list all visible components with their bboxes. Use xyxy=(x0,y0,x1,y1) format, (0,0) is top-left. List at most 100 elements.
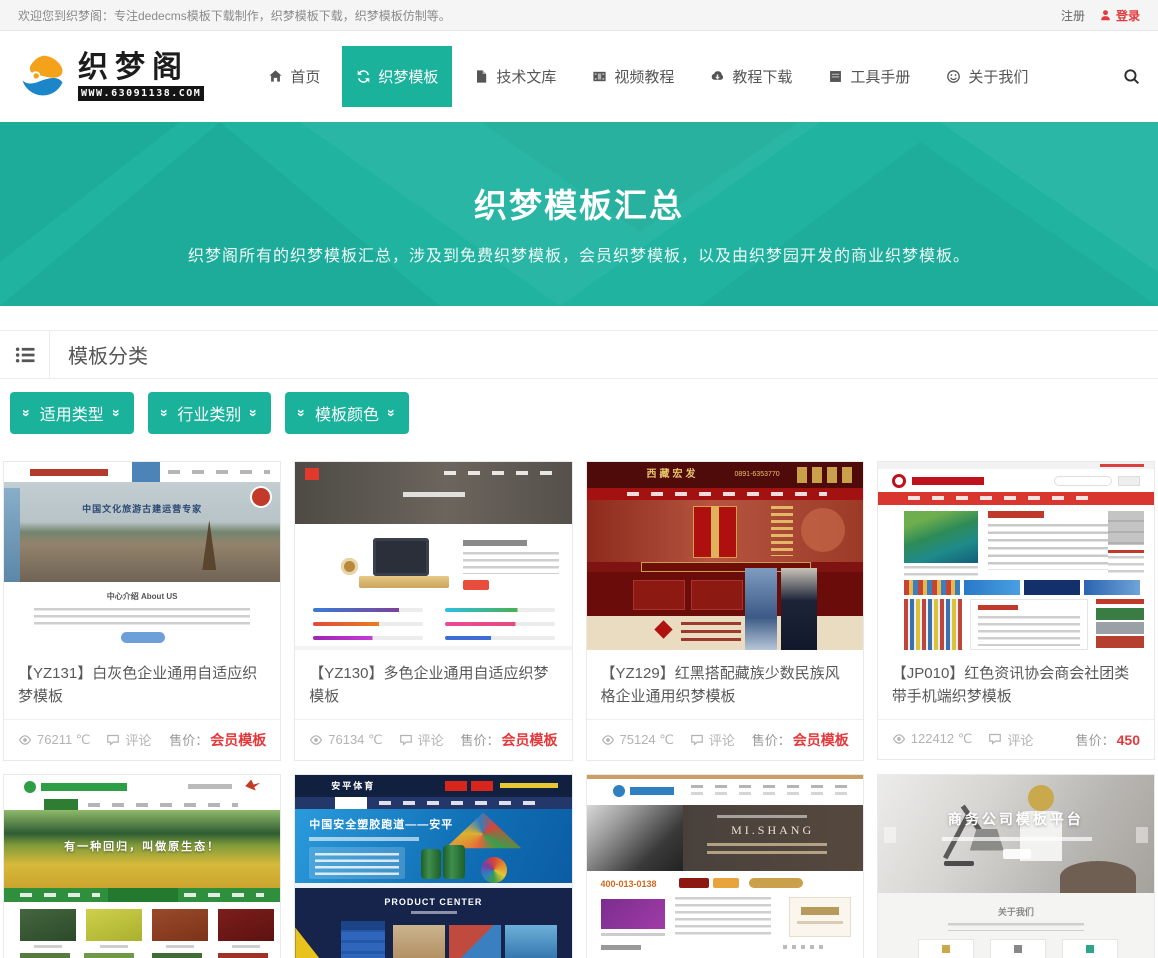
nav-item-templates[interactable]: 织梦模板 xyxy=(342,46,453,107)
filter-bar: » 适用类型» » 行业类别» » 模板颜色» xyxy=(0,379,1158,434)
section-title: 模板分类 xyxy=(68,346,148,368)
mock-fabric-photo xyxy=(780,568,817,650)
mock-section-title: PRODUCT CENTER xyxy=(384,896,483,907)
chevron-down-icon: » xyxy=(18,409,35,417)
nav-item-home[interactable]: 首页 xyxy=(254,46,334,107)
mock-mini-icon xyxy=(1013,944,1022,953)
mock-photo-strip xyxy=(20,952,70,958)
template-screenshot[interactable] xyxy=(877,462,1154,650)
mock-button xyxy=(463,580,490,590)
document-icon xyxy=(474,69,489,84)
template-card-yz126[interactable]: MI.SHANG 400-013-0138 【YZ126】黑色婚纱摄影工作室影楼… xyxy=(585,773,864,958)
card-meta: 75124 ℃ 评论 售价： 会员模板 xyxy=(586,718,863,760)
mock-phone-bar xyxy=(188,783,233,789)
template-title[interactable]: 【YZ130】多色企业通用自适应织梦模板 xyxy=(295,650,571,719)
template-card-jp010[interactable]: 【JP010】红色资讯协会商会社团类带手机端织梦模板 122412 ℃ 评论 售… xyxy=(876,461,1155,760)
template-card-yz131[interactable]: 中国文化旅游古建运营专家 中心介绍 About US 【YZ131】白灰色企业通… xyxy=(3,461,282,761)
smile-icon xyxy=(946,69,961,84)
mock-search-button xyxy=(1118,476,1140,486)
mock-logo-text xyxy=(629,786,674,795)
mock-text-lines xyxy=(947,922,1084,931)
mock-hero-lines xyxy=(706,842,827,857)
register-link[interactable]: 注册 xyxy=(1061,7,1085,24)
mock-coffee xyxy=(341,558,359,575)
mock-top-strip xyxy=(586,774,863,779)
template-title[interactable]: 【YZ129】红黑搭配藏族少数民族风格企业通用织梦模板 xyxy=(587,650,863,719)
nav-item-tech-library[interactable]: 技术文库 xyxy=(460,46,570,107)
comments-link[interactable]: 评论 xyxy=(399,730,444,749)
comments-link[interactable]: 评论 xyxy=(988,730,1033,749)
mock-phone: 0891-6353770 xyxy=(734,471,780,478)
filter-industry-button[interactable]: » 行业类别 » xyxy=(147,392,272,434)
template-screenshot[interactable]: 有一种回归，叫做原生态！ xyxy=(4,774,281,958)
mock-heading: 中心介绍 About US xyxy=(106,592,178,601)
filter-usage-type-button[interactable]: » 适用类型 » xyxy=(10,392,134,434)
template-screenshot[interactable]: MI.SHANG 400-013-0138 xyxy=(586,774,863,958)
mock-photo xyxy=(4,482,281,582)
eye-icon xyxy=(18,733,32,747)
mock-hero-subline xyxy=(716,814,807,818)
mock-laptop-base xyxy=(359,576,450,588)
mock-banner xyxy=(1023,580,1080,595)
template-card-yz130[interactable]: 【YZ130】多色企业通用自适应织梦模板 76134 ℃ 评论 售价： 会员模板 xyxy=(294,461,573,761)
user-icon xyxy=(1099,9,1112,22)
mock-gift-ribbon xyxy=(710,506,719,558)
mock-court-photo xyxy=(505,924,558,958)
mock-photo-strip xyxy=(84,952,134,958)
mock-product-photo xyxy=(218,908,274,941)
mock-news-lines xyxy=(987,524,1108,570)
mock-red-chip xyxy=(445,780,468,791)
template-screenshot[interactable]: 安平体育 中国安全塑胶跑道——安平 PRODUCT CENTER xyxy=(295,774,572,958)
template-title[interactable]: 【YZ131】白灰色企业通用自适应织梦模板 xyxy=(4,650,280,719)
eye-icon xyxy=(892,732,906,746)
template-title[interactable]: 【JP010】红色资讯协会商会社团类带手机端织梦模板 xyxy=(878,650,1154,719)
mock-hero-text: 中国文化旅游古建运营专家 xyxy=(82,504,203,514)
template-card-yz125[interactable]: 商务公司模板平台 关于我们 【YZ125】灰色精致大气企业通用自适应织梦模板 xyxy=(876,773,1155,958)
section-bar: 模板分类 xyxy=(0,330,1158,379)
mock-sidebar-header xyxy=(341,920,386,930)
mock-nav-chip xyxy=(132,462,160,482)
mock-button xyxy=(1002,848,1031,859)
template-card-yz128[interactable]: 有一种回归，叫做原生态！ 【YZ128】绿色农业医药类带手机端织梦模板 xyxy=(3,773,282,958)
mock-banner xyxy=(1083,580,1140,595)
comments-link[interactable]: 评论 xyxy=(690,730,735,749)
template-card-yz127[interactable]: 安平体育 中国安全塑胶跑道——安平 PRODUCT CENTER xyxy=(294,773,573,958)
mock-nav-links xyxy=(168,470,270,474)
chevron-down-icon: » xyxy=(383,409,400,417)
nav-item-tool-manual[interactable]: 工具手册 xyxy=(814,46,924,107)
mock-red-chip xyxy=(471,780,494,791)
mock-right-card xyxy=(788,896,851,937)
book-icon xyxy=(828,69,843,84)
card-meta: 76134 ℃ 评论 售价： 会员模板 xyxy=(295,718,572,760)
search-icon xyxy=(1123,68,1140,85)
template-card-yz129[interactable]: 西藏宏发 0891-6353770 【YZ129】红黑搭配藏族少数民族风格企业通… xyxy=(585,461,864,761)
list-icon xyxy=(0,331,50,378)
mock-active-tab xyxy=(335,796,368,809)
mock-brand: 西藏宏发 xyxy=(646,469,699,480)
login-link[interactable]: 登录 xyxy=(1099,7,1140,24)
search-button[interactable] xyxy=(1123,68,1140,85)
comments-link[interactable]: 评论 xyxy=(106,730,151,749)
hero-banner: 织梦模板汇总 织梦阁所有的织梦模板汇总，涉及到免费织梦模板，会员织梦模板，以及由… xyxy=(0,122,1158,306)
template-screenshot[interactable]: 商务公司模板平台 关于我们 xyxy=(877,774,1154,958)
template-screenshot[interactable] xyxy=(295,462,572,650)
mock-hero-text: 商务公司模板平台 xyxy=(947,810,1084,827)
nav-item-video-tutorials[interactable]: 视频教程 xyxy=(578,46,688,107)
nav-item-about-us[interactable]: 关于我们 xyxy=(932,46,1042,107)
mock-banner xyxy=(903,580,960,595)
mock-photo-strip xyxy=(218,952,268,958)
mock-lantern xyxy=(800,508,845,552)
nav-item-tutorial-downloads[interactable]: 教程下载 xyxy=(696,46,806,107)
template-screenshot[interactable]: 西藏宏发 0891-6353770 xyxy=(586,462,863,650)
template-screenshot[interactable]: 中国文化旅游古建运营专家 中心介绍 About US xyxy=(4,462,281,650)
mock-progress xyxy=(313,636,424,640)
mock-brand: 安平体育 xyxy=(331,780,376,791)
mock-court-photo xyxy=(449,924,502,958)
site-logo[interactable]: 织梦阁 WWW.63091138.COM xyxy=(18,52,205,102)
mock-caption-lines xyxy=(903,566,978,576)
price: 售价： 450 xyxy=(1075,731,1140,748)
mock-logo xyxy=(305,468,320,480)
mock-panel-heading xyxy=(977,605,1018,610)
mock-topbar-link xyxy=(1100,464,1144,467)
filter-color-button[interactable]: » 模板颜色» xyxy=(285,392,409,434)
